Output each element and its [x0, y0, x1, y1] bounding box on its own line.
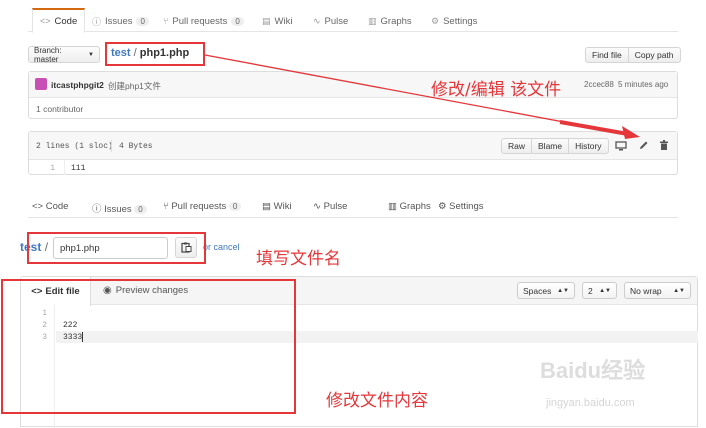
code-icon: <> — [32, 201, 44, 212]
pulse-icon: ∿ — [313, 201, 321, 212]
annotation-edit-content: 修改文件内容 — [326, 391, 428, 411]
repo-nav-clipped: <> Code ⓘ Issues 0 ⑂ Pull requests 0 ▤ W… — [28, 199, 678, 219]
highlight-filename — [27, 232, 206, 264]
tab-graphs-clipped[interactable]: ▥ Graphs — [388, 201, 431, 212]
tab-pulse-clipped[interactable]: ∿ Pulse — [313, 201, 347, 212]
annotation-fill-name: 填写文件名 — [256, 249, 341, 269]
book-icon: ▤ — [262, 201, 271, 212]
issue-icon: ⓘ — [92, 204, 102, 215]
watermark-url: jingyan.baidu.com — [546, 397, 635, 409]
tab-pull-requests-clipped[interactable]: ⑂ Pull requests 0 — [163, 201, 242, 212]
tab-settings-clipped[interactable]: ⚙ Settings — [438, 201, 484, 212]
pull-request-icon: ⑂ — [163, 201, 169, 212]
annotation-edit-file: 修改/编辑 该文件 — [431, 80, 562, 100]
tab-issues-clipped[interactable]: ⓘ Issues 0 — [92, 201, 147, 215]
updown-arrow-icon: ▲▼ — [673, 287, 685, 294]
indent-mode-select[interactable]: Spaces ▲▼ — [517, 282, 575, 299]
updown-arrow-icon: ▲▼ — [557, 287, 569, 294]
tab-code-clipped[interactable]: <> Code — [32, 201, 68, 212]
graph-icon: ▥ — [388, 201, 397, 212]
tab-wiki-clipped[interactable]: ▤ Wiki — [262, 201, 292, 212]
updown-arrow-icon: ▲▼ — [599, 287, 611, 294]
indent-size-select[interactable]: 2 ▲▼ — [582, 282, 617, 299]
cancel-link[interactable]: or cancel — [203, 242, 240, 252]
highlight-editor — [1, 279, 296, 414]
wrap-mode-select[interactable]: No wrap ▲▼ — [624, 282, 691, 299]
watermark-logo: Baidu经验 — [540, 358, 646, 383]
gear-icon: ⚙ — [438, 201, 447, 212]
